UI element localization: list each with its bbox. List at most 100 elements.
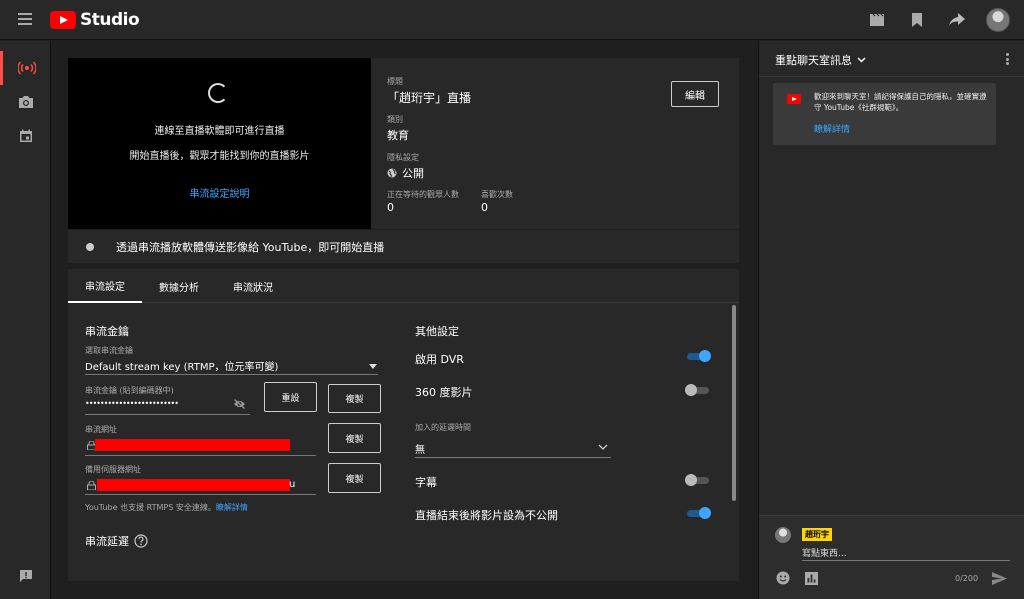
- status-dot-icon: [86, 243, 94, 251]
- chat-input-area: 趙珩宇 寫點東西... 0/200: [759, 515, 1024, 599]
- key-field-label: 串流金鑰 (貼到編碼器中): [85, 386, 174, 395]
- help-icon[interactable]: [134, 534, 148, 548]
- select-key-label: 選取串流金鑰: [85, 346, 133, 355]
- backup-url-label: 備用伺服器網址: [85, 465, 141, 474]
- clapperboard-icon[interactable]: [866, 9, 888, 31]
- backup-url-redacted: [97, 479, 290, 491]
- settings-card: 串流設定 數據分析 串流狀況 串流金鑰 選取串流金鑰 Default strea…: [68, 269, 739, 581]
- select-key-value[interactable]: Default stream key (RTMP，位元率可變): [85, 358, 278, 373]
- rail-item-feedback[interactable]: [0, 559, 51, 593]
- top-bar: Studio: [0, 0, 1024, 40]
- chat-input-underline: [802, 560, 1010, 561]
- more-options-icon[interactable]: [1006, 53, 1009, 65]
- youtube-logo-icon: [50, 11, 76, 29]
- settings-scrollbar[interactable]: [732, 305, 736, 501]
- camera-icon: [18, 96, 33, 108]
- chat-header: 重點聊天室訊息: [759, 41, 1024, 77]
- poll-icon[interactable]: [803, 570, 819, 586]
- studio-logo[interactable]: Studio: [50, 10, 140, 30]
- tab-stream-health[interactable]: 串流狀況: [216, 269, 290, 303]
- backup-underline: [85, 494, 316, 495]
- backup-url-suffix: u: [289, 479, 296, 490]
- latency-title: 串流延遲: [85, 535, 129, 548]
- copy-backup-button[interactable]: 複製: [328, 463, 381, 493]
- calendar-icon: [19, 129, 32, 142]
- edit-button[interactable]: 編輯: [671, 81, 719, 107]
- stream-url-redacted: [95, 439, 290, 451]
- dvr-toggle[interactable]: [685, 350, 711, 362]
- reset-key-button[interactable]: 重設: [264, 382, 317, 412]
- stream-key-input[interactable]: •••••••••••••••••••••••••: [85, 399, 179, 408]
- privacy-value: 公開: [402, 167, 424, 180]
- send-icon[interactable]: [991, 570, 1007, 586]
- captions-label: 字幕: [415, 476, 437, 489]
- dvr-label: 啟用 DVR: [415, 353, 464, 366]
- rail-item-stream[interactable]: [0, 51, 51, 85]
- delay-underline: [415, 457, 611, 458]
- rtmps-learn-more-link[interactable]: 瞭解詳情: [216, 503, 248, 512]
- settings-tabs: 串流設定 數據分析 串流狀況: [68, 269, 739, 303]
- chat-title: 重點聊天室訊息: [775, 54, 852, 67]
- chat-panel: 重點聊天室訊息 歡迎來到聊天室！請記得保護自己的隱私，並確實遵守 YouTube…: [758, 41, 1024, 599]
- tab-analytics[interactable]: 數據分析: [142, 269, 216, 303]
- chevron-down-icon[interactable]: [598, 444, 608, 450]
- main-content: 連線至直播軟體即可進行直播 開始直播後，觀眾才能找到你的直播影片 串流設定說明 …: [52, 41, 757, 599]
- hide-key-icon[interactable]: [233, 399, 246, 409]
- select-key-underline: [85, 374, 378, 375]
- copy-url-button[interactable]: 複製: [328, 423, 381, 453]
- category-value: 教育: [387, 129, 409, 142]
- vr-toggle[interactable]: [685, 384, 711, 396]
- stream-status-row: 透過串流播放軟體傳送影像給 YouTube，即可開始直播: [68, 230, 739, 263]
- bookmark-icon[interactable]: [906, 9, 928, 31]
- welcome-learn-more-link[interactable]: 瞭解詳情: [814, 122, 850, 135]
- rtmps-note: YouTube 也支援 RTMPS 安全連線。瞭解詳情: [85, 503, 248, 512]
- emoji-icon[interactable]: [775, 570, 791, 586]
- connect-message: 連線至直播軟體即可進行直播: [154, 126, 285, 137]
- stream-key-title: 串流金鑰: [85, 325, 129, 338]
- likes-value: 0: [481, 201, 488, 214]
- chevron-down-icon: [857, 57, 866, 63]
- other-settings-title: 其他設定: [415, 325, 459, 338]
- rail-item-manage[interactable]: [0, 119, 51, 153]
- title-value: 「趙珩宇」直播: [387, 91, 472, 105]
- lock-icon: [87, 481, 96, 490]
- delay-value[interactable]: 無: [415, 441, 425, 456]
- loading-spinner-icon: [208, 83, 228, 103]
- live-broadcast-icon: [18, 61, 36, 75]
- setup-help-link[interactable]: 串流設定說明: [190, 189, 250, 200]
- captions-toggle[interactable]: [685, 474, 711, 486]
- unlist-toggle[interactable]: [685, 507, 711, 519]
- welcome-text: 歡迎來到聊天室！請記得保護自己的隱私，並確實遵守 YouTube《社群規範》。: [814, 92, 987, 112]
- unlist-label: 直播結束後將影片設為不公開: [415, 509, 558, 522]
- stream-url-label: 串流網址: [85, 425, 117, 434]
- likes-label: 喜歡次數: [481, 190, 513, 199]
- menu-icon[interactable]: [18, 13, 32, 25]
- char-count: 0/200: [955, 574, 979, 583]
- privacy-label: 隱私設定: [387, 153, 419, 162]
- user-avatar: [775, 527, 791, 543]
- left-rail: [0, 41, 51, 599]
- globe-icon: [387, 168, 397, 178]
- dropdown-arrow-icon[interactable]: [369, 364, 377, 369]
- chat-input[interactable]: 寫點東西...: [802, 546, 847, 559]
- title-label: 標題: [387, 77, 403, 86]
- key-underline: [85, 414, 250, 415]
- start-message: 開始直播後，觀眾才能找到你的直播影片: [129, 151, 310, 162]
- copy-key-button[interactable]: 複製: [328, 384, 381, 413]
- waiting-viewers-label: 正在等待的觀眾人數: [387, 190, 459, 199]
- status-message: 透過串流播放軟體傳送影像給 YouTube，即可開始直播: [116, 241, 385, 254]
- waiting-viewers-value: 0: [387, 201, 394, 214]
- delay-label: 加入的延遲時間: [415, 423, 471, 432]
- app-name: Studio: [80, 10, 140, 30]
- category-label: 類別: [387, 115, 403, 124]
- url-underline: [85, 455, 316, 456]
- chat-welcome-message: 歡迎來到聊天室！請記得保護自己的隱私，並確實遵守 YouTube《社群規範》。 …: [773, 83, 996, 145]
- stream-preview: 連線至直播軟體即可進行直播 開始直播後，觀眾才能找到你的直播影片 串流設定說明: [68, 58, 371, 229]
- chat-mode-selector[interactable]: 重點聊天室訊息: [775, 52, 866, 68]
- youtube-logo-icon: [787, 94, 801, 104]
- share-icon[interactable]: [946, 9, 968, 31]
- tab-stream-settings[interactable]: 串流設定: [68, 269, 142, 303]
- account-avatar[interactable]: [986, 8, 1010, 32]
- rail-item-webcam[interactable]: [0, 85, 51, 119]
- vr-label: 360 度影片: [415, 386, 473, 399]
